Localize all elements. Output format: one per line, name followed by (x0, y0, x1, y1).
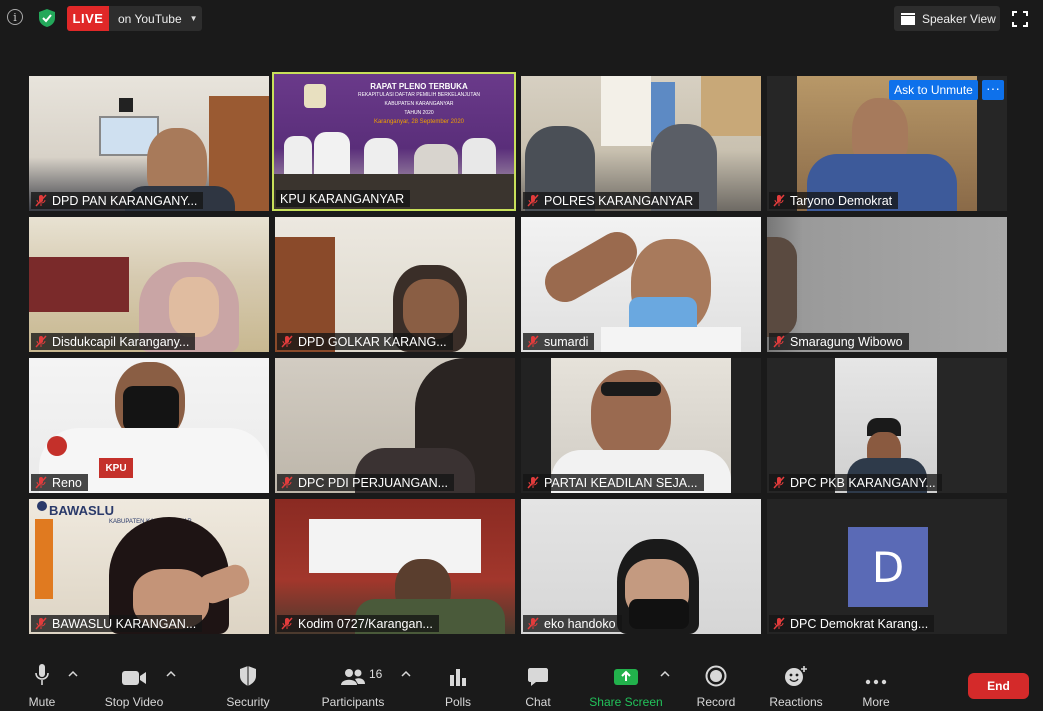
video-tile-active-speaker[interactable]: RAPAT PLENO TERBUKA REKAPITULASI DAFTAR … (272, 72, 516, 211)
mic-muted-icon (35, 617, 47, 630)
end-meeting-button[interactable]: End (968, 673, 1029, 699)
video-tile[interactable]: D DPC Demokrat Karang... (767, 499, 1007, 634)
security-shield-icon (240, 666, 256, 686)
banner-line: Karanganyar, 28 September 2020 (373, 119, 465, 125)
share-screen-icon (614, 669, 638, 685)
participants-options-chevron-icon[interactable] (401, 670, 411, 678)
info-icon[interactable]: i (7, 9, 23, 25)
live-target-label: on YouTube (118, 11, 182, 26)
video-tile[interactable]: PARTAI KEADILAN SEJA... (521, 358, 761, 493)
participant-name: POLRES KARANGANYAR (523, 192, 700, 209)
polls-button[interactable]: Polls (438, 651, 478, 711)
live-stream-button[interactable]: LIVE on YouTube ▼ (67, 6, 202, 31)
reactions-button[interactable]: Reactions (766, 651, 826, 711)
meeting-toolbar: Mute Stop Video Security Participants 16… (0, 651, 1043, 711)
mic-muted-icon (773, 476, 785, 489)
participant-more-button[interactable]: ··· (982, 80, 1004, 100)
mic-muted-icon (281, 335, 293, 348)
record-button[interactable]: Record (694, 651, 738, 711)
participant-name: DPD PAN KARANGANY... (31, 192, 204, 209)
participants-icon (341, 669, 365, 685)
participant-name: DPC Demokrat Karang... (769, 615, 935, 632)
polls-icon (450, 669, 466, 686)
mic-muted-icon (35, 194, 47, 207)
chat-button[interactable]: Chat (518, 651, 558, 711)
microphone-icon (35, 664, 49, 685)
participant-name: eko handoko (523, 615, 622, 632)
video-tile[interactable]: eko handoko (521, 499, 761, 634)
mic-muted-icon (281, 476, 293, 489)
mic-muted-icon (773, 335, 785, 348)
video-tile[interactable]: sumardi (521, 217, 761, 352)
view-label: Speaker View (922, 11, 996, 26)
share-screen-button[interactable]: Share Screen (588, 651, 664, 711)
mute-button[interactable]: Mute (22, 651, 62, 711)
avatar: D (848, 527, 928, 607)
participant-name: DPC PDI PERJUANGAN... (277, 474, 455, 491)
chat-icon (528, 668, 548, 686)
participant-name: DPC PKB KARANGANY... (769, 474, 942, 491)
participant-name: DPD GOLKAR KARANG... (277, 333, 453, 350)
mute-options-chevron-icon[interactable] (68, 670, 78, 678)
mic-muted-icon (773, 617, 785, 630)
share-options-chevron-icon[interactable] (660, 670, 670, 678)
bawaslu-sign: BAWASLU (49, 503, 114, 518)
chevron-down-icon: ▼ (189, 14, 198, 23)
participant-count: 16 (369, 667, 383, 681)
video-camera-icon (122, 671, 146, 685)
mic-muted-icon (527, 335, 539, 348)
banner-line: RAPAT PLENO TERBUKA (370, 82, 468, 91)
banner-line: TAHUN 2020 (404, 110, 434, 116)
more-button[interactable]: More (856, 651, 896, 711)
participant-name: Reno (31, 474, 88, 491)
kpu-logo-icon (304, 84, 326, 108)
more-dots-icon (865, 679, 887, 685)
video-tile[interactable]: BAWASLU KABUPATEN KARANGANYAR BAWASLU KA… (29, 499, 269, 634)
ask-to-unmute-button[interactable]: Ask to Unmute (889, 80, 978, 100)
participant-name: PARTAI KEADILAN SEJA... (523, 474, 704, 491)
mic-muted-icon (773, 194, 785, 207)
view-switch-button[interactable]: Speaker View (894, 6, 1000, 31)
mic-muted-icon (281, 617, 293, 630)
video-tile[interactable]: KPU Reno (29, 358, 269, 493)
participant-name: Taryono Demokrat (769, 192, 899, 209)
encryption-shield-icon[interactable] (37, 8, 57, 28)
bawaslu-logo-icon (37, 501, 47, 511)
stop-video-button[interactable]: Stop Video (100, 651, 168, 711)
mic-muted-icon (35, 476, 47, 489)
kpu-badge: KPU (99, 458, 133, 478)
video-tile[interactable]: Disdukcapil Karangany... (29, 217, 269, 352)
banner-line: KABUPATEN KARANGANYAR (384, 101, 454, 107)
mic-muted-icon (527, 617, 539, 630)
speaker-view-icon (901, 12, 915, 25)
participant-name: sumardi (523, 333, 595, 350)
banner-line: REKAPITULASI DAFTAR PEMILIH BERKELANJUTA… (357, 92, 481, 98)
participant-name: BAWASLU KARANGAN... (31, 615, 203, 632)
participant-name: Smaragung Wibowo (769, 333, 909, 350)
video-tile[interactable]: DPD GOLKAR KARANG... (275, 217, 515, 352)
mic-muted-icon (527, 194, 539, 207)
video-tile[interactable]: Kodim 0727/Karangan... (275, 499, 515, 634)
video-tile[interactable]: DPD PAN KARANGANY... (29, 76, 269, 211)
participant-name: Kodim 0727/Karangan... (277, 615, 439, 632)
participants-button[interactable]: Participants (318, 651, 388, 711)
security-button[interactable]: Security (222, 651, 274, 711)
video-tile[interactable]: DPC PKB KARANGANY... (767, 358, 1007, 493)
video-tile[interactable]: DPC PDI PERJUANGAN... (275, 358, 515, 493)
video-tile[interactable]: Smaragung Wibowo (767, 217, 1007, 352)
live-badge: LIVE (67, 6, 109, 31)
record-icon (705, 665, 727, 687)
fullscreen-icon[interactable] (1012, 11, 1028, 27)
video-tile[interactable]: POLRES KARANGANYAR (521, 76, 761, 211)
reactions-smiley-icon (785, 666, 807, 686)
mic-muted-icon (527, 476, 539, 489)
participant-name: Disdukcapil Karangany... (31, 333, 196, 350)
video-options-chevron-icon[interactable] (166, 670, 176, 678)
participant-name: KPU KARANGANYAR (276, 190, 411, 207)
mic-muted-icon (35, 335, 47, 348)
